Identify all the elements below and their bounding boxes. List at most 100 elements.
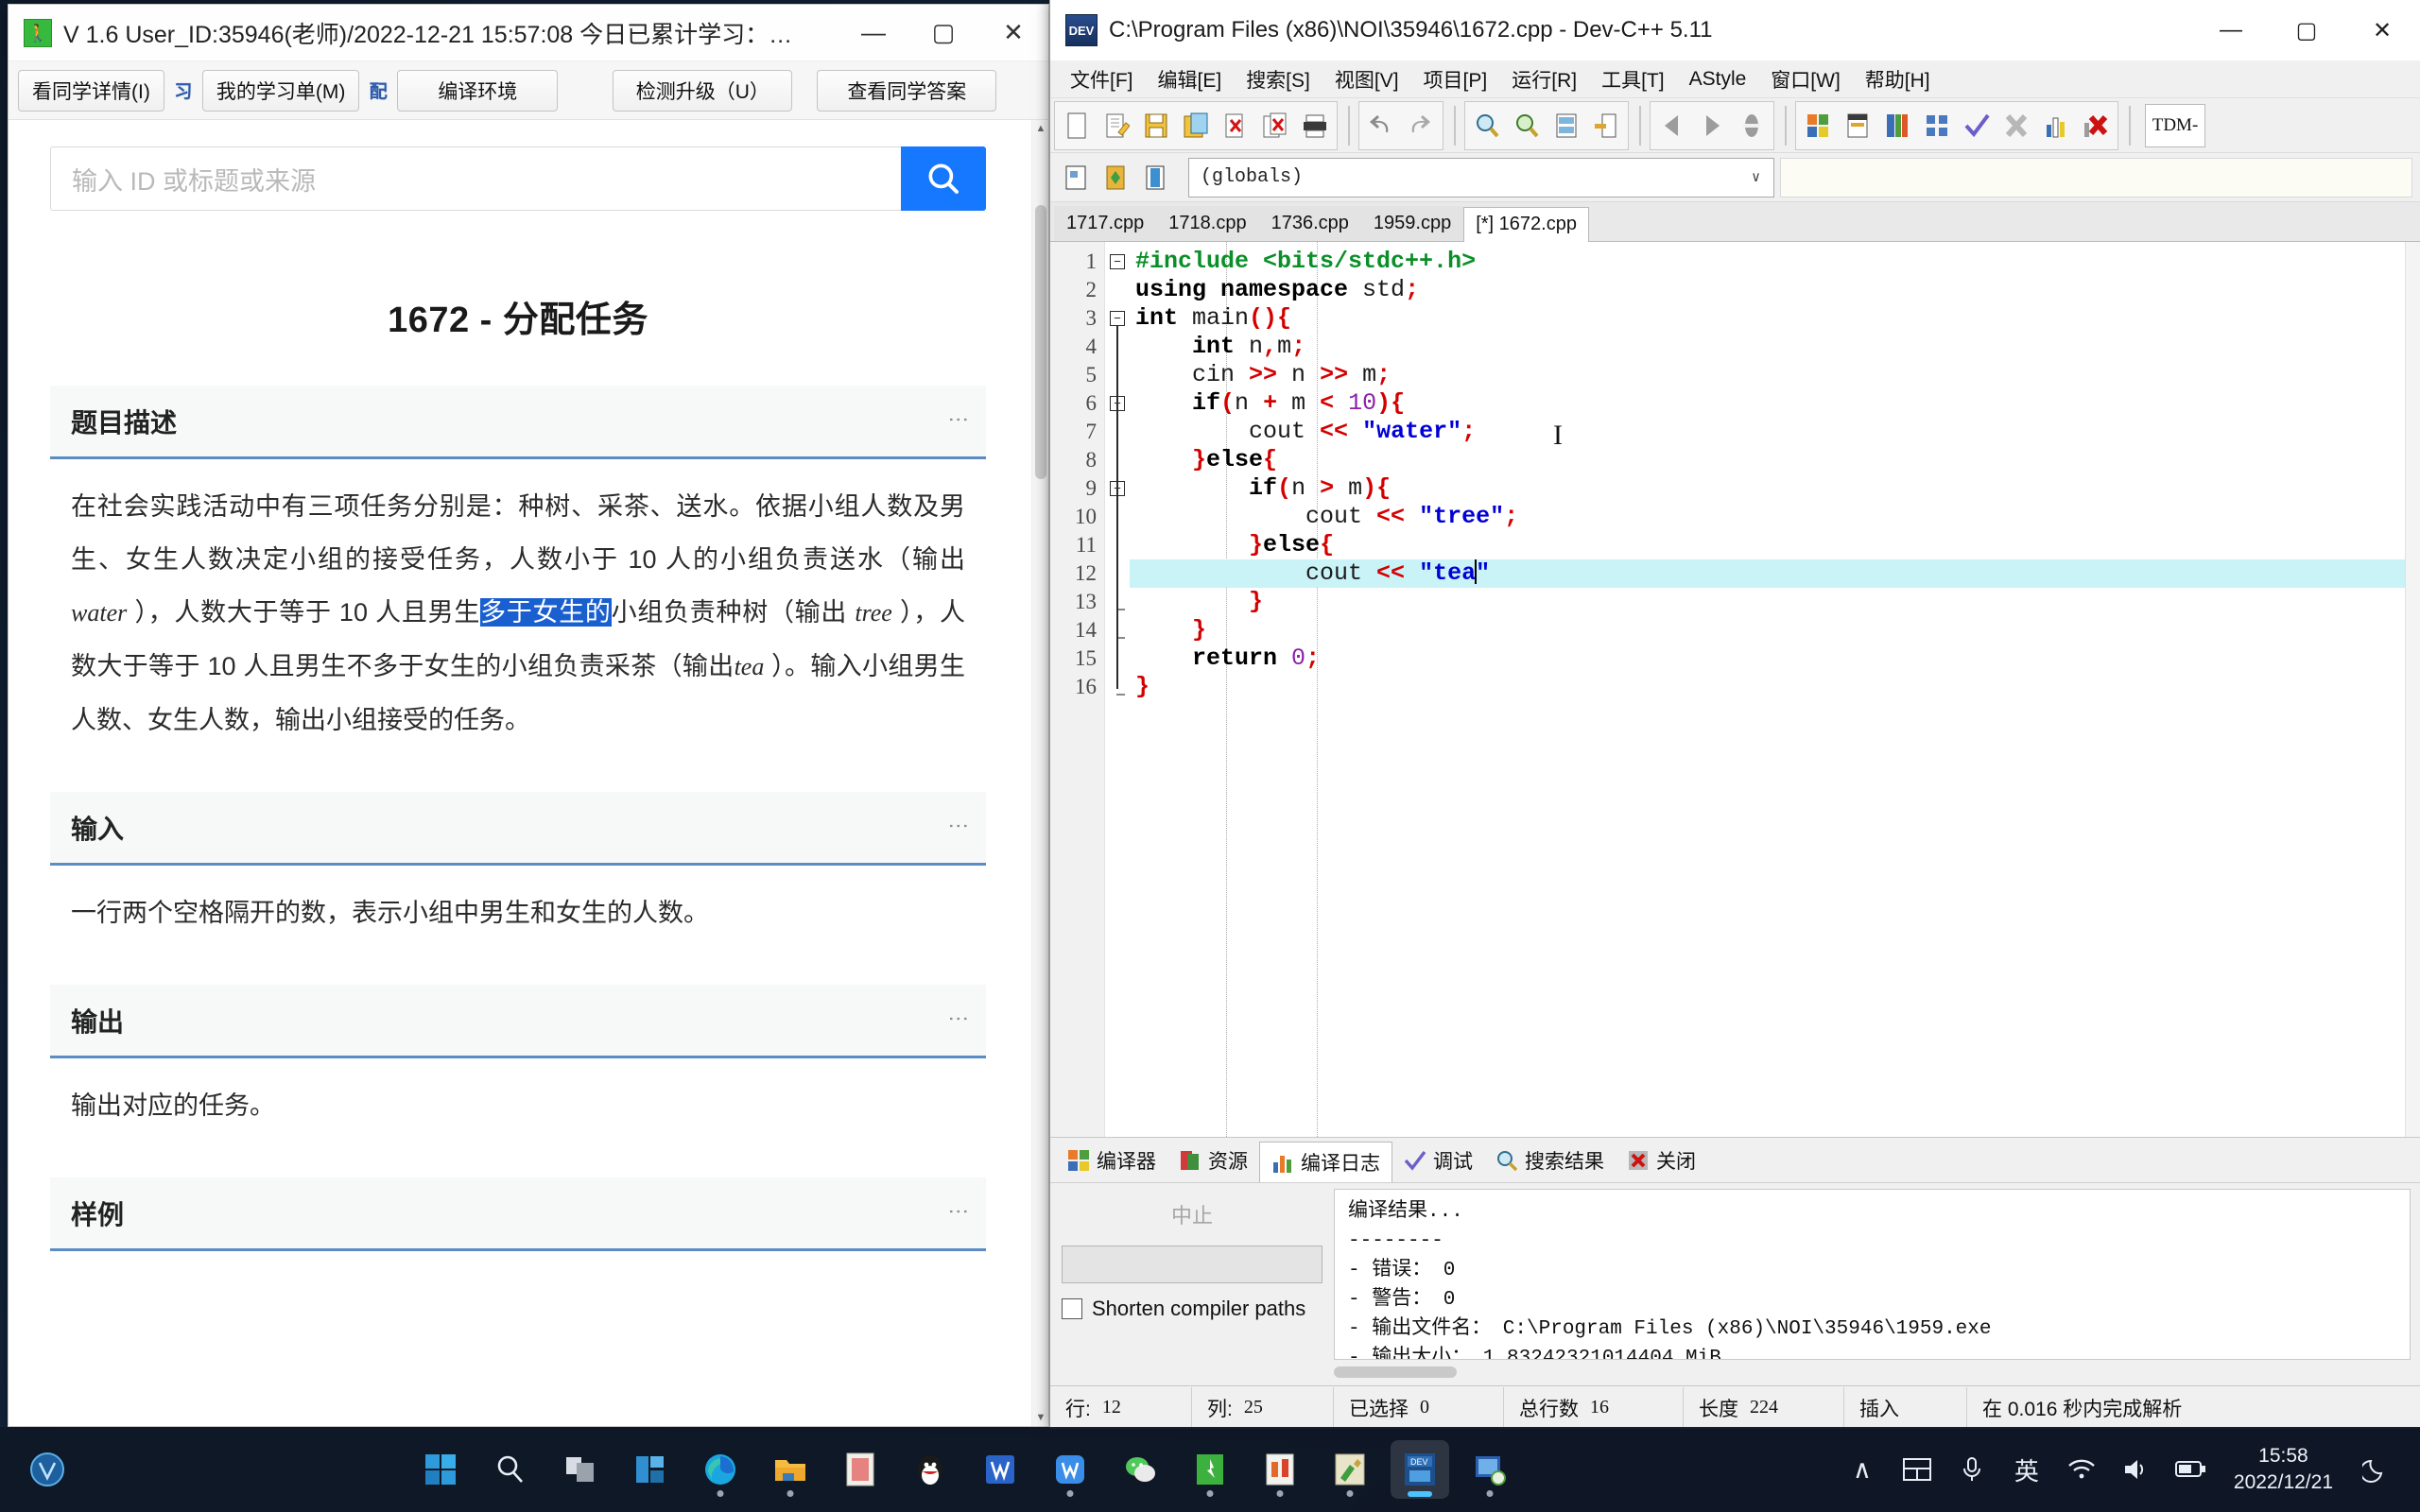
bottom-tab-编译器[interactable]: 编译器 (1056, 1141, 1167, 1180)
monitor-app-icon[interactable] (1461, 1440, 1519, 1499)
scroll-down-icon[interactable]: ▼ (1032, 1409, 1048, 1426)
more-vertical-icon[interactable]: ⋮ (947, 816, 971, 840)
code-editor[interactable]: 12345678910111213141516 −−−− I #include … (1050, 242, 2420, 1137)
clock[interactable]: 15:58 2022/12/21 (2221, 1443, 2346, 1496)
bottom-tab-调试[interactable]: 调试 (1392, 1141, 1484, 1180)
profile-icon[interactable] (2038, 105, 2074, 146)
code-line[interactable]: } (1130, 588, 2420, 616)
show-hidden-icons-icon[interactable]: ∧ (1837, 1444, 1888, 1495)
view-classmate-detail-button[interactable]: 看同学详情(I) (18, 69, 164, 112)
netease-icon[interactable] (831, 1440, 890, 1499)
menu-item-文件f[interactable]: 文件[F] (1058, 61, 1146, 97)
bottom-tab-资源[interactable]: 资源 (1167, 1141, 1259, 1180)
wps-icon[interactable] (1041, 1440, 1099, 1499)
search-icon[interactable] (481, 1440, 540, 1499)
vertical-scrollbar[interactable]: ▲ ▼ (1031, 120, 1048, 1426)
delete-profile-icon[interactable] (2078, 105, 2114, 146)
menu-item-搜索s[interactable]: 搜索[S] (1234, 61, 1322, 97)
microphone-icon[interactable] (1946, 1444, 1997, 1495)
wifi-icon[interactable] (2056, 1444, 2107, 1495)
v-badge-icon[interactable] (18, 1440, 77, 1499)
search-input[interactable]: 输入 ID 或标题或来源 (50, 146, 901, 211)
step-forward-icon[interactable] (1694, 105, 1730, 146)
bottom-tab-关闭[interactable]: 关闭 (1616, 1141, 1707, 1180)
goto-bookmark-icon[interactable] (1137, 157, 1173, 198)
compile-run-icon[interactable] (1879, 105, 1915, 146)
find-icon[interactable] (1469, 105, 1505, 146)
devcpp-icon[interactable]: DEV (1391, 1440, 1450, 1499)
code-line[interactable]: cout << "water"; (1130, 418, 2420, 446)
new-file-icon[interactable] (1059, 105, 1095, 146)
code-folding-column[interactable]: −−−− (1105, 242, 1130, 1137)
widgets-icon[interactable] (621, 1440, 680, 1499)
wechat-icon[interactable] (1111, 1440, 1169, 1499)
save-all-icon[interactable] (1178, 105, 1214, 146)
bottom-tab-搜索结果[interactable]: 搜索结果 (1484, 1141, 1616, 1180)
code-line[interactable]: if(n > m){ (1130, 474, 2420, 503)
close-file-icon[interactable] (1218, 105, 1253, 146)
class-combo[interactable] (1780, 157, 2412, 198)
fold-toggle-icon[interactable]: − (1110, 254, 1125, 269)
bottom-tab-编译日志[interactable]: 编译日志 (1259, 1142, 1392, 1182)
code-line[interactable]: int main(){ (1130, 304, 2420, 333)
compile-env-button[interactable]: 编译环境 (397, 69, 559, 112)
close-button[interactable]: ✕ (2344, 1, 2420, 60)
editor-tab[interactable]: 1959.cpp (1360, 206, 1464, 241)
save-icon[interactable] (1138, 105, 1174, 146)
volume-icon[interactable] (2111, 1444, 2162, 1495)
shorten-paths-checkbox[interactable] (1062, 1298, 1082, 1319)
menu-item-视图v[interactable]: 视图[V] (1322, 61, 1411, 97)
toggle-bookmark-icon[interactable] (1098, 157, 1133, 198)
open-file-icon[interactable] (1098, 105, 1134, 146)
pause-icon[interactable] (1734, 105, 1770, 146)
task-view-icon[interactable] (551, 1440, 610, 1499)
editor-tab[interactable]: 1718.cpp (1156, 206, 1259, 241)
editor-tab[interactable]: [*] 1672.cpp (1463, 207, 1589, 242)
compiler-select[interactable]: TDM- (2145, 103, 2205, 147)
menu-item-编辑e[interactable]: 编辑[E] (1146, 61, 1235, 97)
menu-item-帮助h[interactable]: 帮助[H] (1853, 61, 1943, 97)
code-line[interactable]: } (1130, 673, 2420, 701)
view-classmate-answer-button[interactable]: 查看同学答案 (817, 69, 997, 112)
code-line[interactable]: int n,m; (1130, 333, 2420, 361)
code-line[interactable]: return 0; (1130, 644, 2420, 673)
menu-item-astyle[interactable]: AStyle (1677, 64, 1759, 94)
menu-item-工具t[interactable]: 工具[T] (1589, 61, 1677, 97)
step-back-icon[interactable] (1654, 105, 1690, 146)
insert-icon[interactable] (1058, 157, 1094, 198)
code-text-area[interactable]: I #include <bits/stdc++.h> using namespac… (1130, 242, 2420, 1137)
run-icon[interactable] (1840, 105, 1876, 146)
editor-vertical-scrollbar[interactable] (2405, 242, 2420, 1137)
check-upgrade-button[interactable]: 检测升级（U） (613, 69, 793, 112)
more-vertical-icon[interactable]: ⋮ (947, 409, 971, 434)
battery-icon[interactable] (2166, 1444, 2217, 1495)
menu-item-项目p[interactable]: 项目[P] (1411, 61, 1500, 97)
print-icon[interactable] (1297, 105, 1333, 146)
search-button[interactable] (901, 146, 986, 211)
maximize-button[interactable]: ▢ (2269, 1, 2344, 60)
editor-tab[interactable]: 1717.cpp (1054, 206, 1157, 241)
code-line[interactable]: #include <bits/stdc++.h> (1130, 248, 2420, 276)
minimize-button[interactable]: — (838, 6, 908, 60)
syntax-check-icon[interactable] (1959, 105, 1995, 146)
shorten-paths-row[interactable]: Shorten compiler paths (1062, 1297, 1322, 1321)
goto-function-icon[interactable] (1588, 105, 1624, 146)
editor-tab[interactable]: 1736.cpp (1258, 206, 1361, 241)
log-scrollbar-thumb[interactable] (1334, 1366, 1457, 1378)
code-line[interactable]: } (1130, 616, 2420, 644)
abort-button[interactable]: 中止 (1062, 1194, 1322, 1234)
green-app-icon[interactable] (1181, 1440, 1239, 1499)
code-line[interactable]: }else{ (1130, 531, 2420, 559)
scope-combo[interactable]: (globals) ∨ (1188, 157, 1774, 198)
scrollbar-thumb[interactable] (1035, 205, 1046, 479)
edge-icon[interactable] (691, 1440, 750, 1499)
ime-english-icon[interactable]: 英 (2001, 1444, 2052, 1495)
code-line[interactable]: }else{ (1130, 446, 2420, 474)
code-line[interactable]: using namespace std; (1130, 276, 2420, 304)
my-study-list-button[interactable]: 我的学习单(M) (201, 69, 360, 112)
devcpp-titlebar[interactable]: DEV C:\Program Files (x86)\NOI\35946\167… (1050, 0, 2420, 60)
stop-icon[interactable] (1998, 105, 2034, 146)
start-icon[interactable] (411, 1440, 470, 1499)
scroll-up-icon[interactable]: ▲ (1032, 120, 1048, 137)
code-line[interactable]: cin >> n >> m; (1130, 361, 2420, 389)
